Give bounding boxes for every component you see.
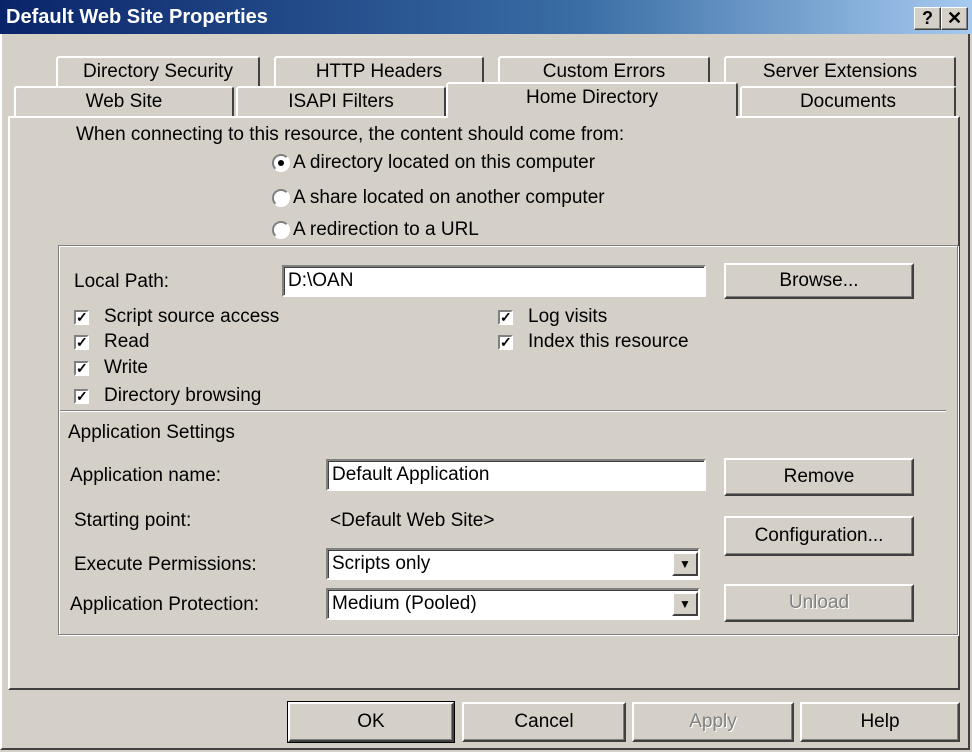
apply-button[interactable]: Apply xyxy=(632,702,794,742)
tab-isapi-filters[interactable]: ISAPI Filters xyxy=(236,86,446,116)
starting-point-value: <Default Web Site> xyxy=(330,510,495,531)
starting-point-label: Starting point: xyxy=(74,510,192,531)
tab-web-site[interactable]: Web Site xyxy=(14,86,234,116)
cancel-button[interactable]: Cancel xyxy=(462,702,626,742)
radio-network-share[interactable] xyxy=(272,189,290,207)
checkbox-read[interactable]: ✓ xyxy=(74,335,89,350)
app-settings-heading: Application Settings xyxy=(68,422,235,443)
chevron-down-icon[interactable]: ▼ xyxy=(672,552,698,576)
unload-button[interactable]: Unload xyxy=(724,584,914,622)
checkbox-directory-browsing-label[interactable]: Directory browsing xyxy=(104,385,261,407)
tab-server-extensions[interactable]: Server Extensions xyxy=(724,56,956,86)
execute-permissions-label: Execute Permissions: xyxy=(74,554,257,575)
checkbox-read-label[interactable]: Read xyxy=(104,331,149,353)
checkbox-log-visits-label[interactable]: Log visits xyxy=(528,306,607,328)
tab-home-directory[interactable]: Home Directory xyxy=(446,82,738,116)
app-protection-select[interactable]: Medium (Pooled) xyxy=(326,588,700,620)
remove-button[interactable]: Remove xyxy=(724,458,914,496)
tab-documents[interactable]: Documents xyxy=(740,86,956,116)
app-protection-value: Medium (Pooled) xyxy=(332,593,477,614)
browse-button[interactable]: Browse... xyxy=(724,263,914,299)
content-source-prompt: When connecting to this resource, the co… xyxy=(76,124,625,145)
help-button[interactable]: Help xyxy=(800,702,960,742)
checkbox-index-resource[interactable]: ✓ xyxy=(498,335,513,350)
checkbox-script-source-label[interactable]: Script source access xyxy=(104,306,279,328)
selected-tab-joint xyxy=(448,114,736,118)
app-name-label: Application name: xyxy=(70,465,222,486)
local-path-input[interactable]: D:\OAN xyxy=(282,265,706,297)
ok-button[interactable]: OK xyxy=(287,701,455,743)
checkbox-write-label[interactable]: Write xyxy=(104,357,148,379)
radio-url-redirect-label[interactable]: A redirection to a URL xyxy=(293,219,479,241)
window-title: Default Web Site Properties xyxy=(6,6,268,28)
configuration-button[interactable]: Configuration... xyxy=(724,516,914,556)
checkbox-script-source[interactable]: ✓ xyxy=(74,310,89,325)
app-protection-label: Application Protection: xyxy=(70,594,260,615)
local-path-label: Local Path: xyxy=(74,271,170,292)
help-icon[interactable]: ? xyxy=(914,7,941,30)
checkbox-write[interactable]: ✓ xyxy=(74,361,89,376)
chevron-down-icon[interactable]: ▼ xyxy=(672,592,698,616)
checkbox-directory-browsing[interactable]: ✓ xyxy=(74,389,89,404)
app-name-input[interactable]: Default Application xyxy=(326,459,706,491)
app-settings-separator xyxy=(60,410,946,412)
radio-network-share-label[interactable]: A share located on another computer xyxy=(293,187,605,209)
radio-local-directory[interactable] xyxy=(272,154,290,172)
close-icon[interactable]: ✕ xyxy=(941,7,968,30)
tab-directory-security[interactable]: Directory Security xyxy=(56,56,260,86)
execute-permissions-value: Scripts only xyxy=(332,553,431,574)
radio-url-redirect[interactable] xyxy=(272,221,290,239)
checkbox-index-resource-label[interactable]: Index this resource xyxy=(528,331,689,353)
execute-permissions-select[interactable]: Scripts only xyxy=(326,548,700,580)
radio-local-directory-label[interactable]: A directory located on this computer xyxy=(293,152,595,174)
checkbox-log-visits[interactable]: ✓ xyxy=(498,310,513,325)
